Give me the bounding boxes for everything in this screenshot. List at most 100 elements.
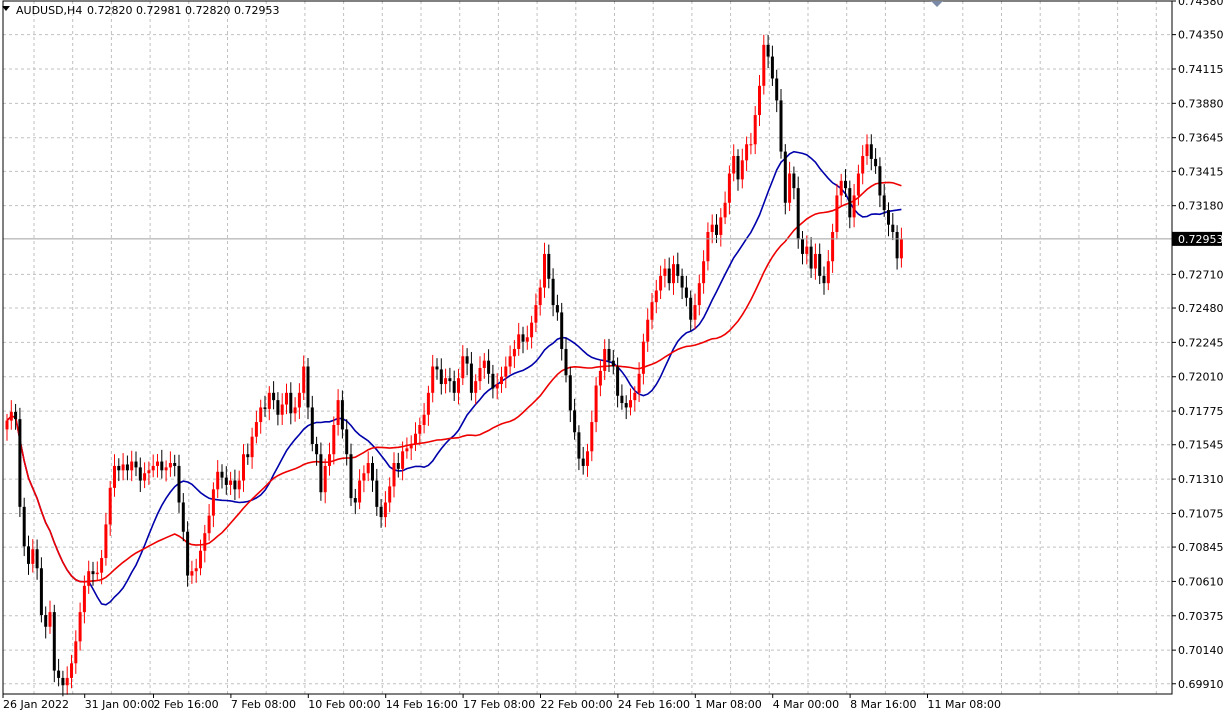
candle-body: [396, 463, 400, 469]
candle-bullish: [482, 353, 486, 379]
candle-bearish: [289, 382, 293, 425]
candle-bearish: [91, 561, 95, 586]
candle-bearish: [18, 407, 22, 518]
candle-body: [435, 366, 439, 370]
candle-body: [461, 356, 465, 379]
candle-bullish: [508, 345, 512, 375]
candle-body: [689, 297, 693, 320]
candle-body: [340, 400, 344, 430]
candle-bullish: [332, 416, 336, 465]
candle-bearish: [887, 202, 890, 237]
candle-body: [749, 144, 753, 146]
time-tick-label: 1 Mar 08:00: [695, 698, 761, 711]
candle-body: [439, 369, 443, 385]
candle-body: [512, 348, 516, 357]
current-price-tag-label: 0.72953: [1178, 233, 1224, 246]
candle-body: [684, 287, 688, 298]
chart-window[interactable]: 0.74580 0.74350 0.74115 0.73880 0.73645 0.734…: [0, 0, 1227, 714]
candle-body: [31, 549, 35, 564]
price-tick-label: 0.73880: [1178, 97, 1224, 110]
candle-body: [383, 502, 387, 518]
time-axis[interactable]: 26 Jan 2022 31 Jan 00:00 2 Feb 16:00 7 Feb …: [2, 694, 1001, 711]
candle-bullish: [530, 315, 534, 349]
candle-bullish: [543, 242, 546, 298]
time-tick-label: 31 Jan 00:00: [85, 698, 155, 711]
candle-body: [237, 480, 241, 490]
candle-body: [242, 454, 245, 481]
candle-body: [272, 392, 276, 401]
candle-body: [465, 356, 469, 364]
candle-bearish: [581, 446, 585, 475]
candle-bearish: [607, 338, 611, 373]
candle-bullish: [323, 458, 327, 504]
candle-body: [224, 477, 228, 485]
candle-body: [211, 489, 215, 516]
candle-body: [891, 224, 895, 232]
candle-body: [336, 400, 340, 425]
candle-body: [422, 414, 426, 425]
candle-bearish: [61, 670, 65, 697]
candle-body: [702, 261, 706, 284]
candle-bullish: [216, 460, 220, 499]
candle-body: [401, 451, 405, 469]
candle-body: [27, 546, 30, 564]
candle-body: [706, 232, 710, 262]
candle-bearish: [620, 384, 624, 410]
candle-body: [495, 384, 499, 389]
candle-body: [310, 407, 314, 444]
candle-body: [78, 612, 82, 642]
candle-body: [620, 395, 624, 404]
candle-bullish: [207, 504, 211, 541]
candle-body: [813, 253, 817, 269]
candle-bullish: [5, 414, 9, 441]
candle-body: [121, 464, 125, 471]
candle-body: [48, 612, 52, 627]
candles: [5, 34, 903, 697]
candle-body: [52, 612, 56, 671]
candle-body: [328, 454, 331, 466]
candle-bullish: [328, 442, 331, 476]
candle-body: [108, 487, 112, 525]
candle-body: [676, 264, 680, 276]
candle-body: [289, 392, 293, 414]
candle-body: [504, 366, 508, 377]
candle-body: [130, 461, 134, 471]
candle-body: [143, 473, 147, 481]
candle-bearish: [487, 349, 491, 384]
candle-body: [659, 275, 663, 291]
price-axis[interactable]: 0.74580 0.74350 0.74115 0.73880 0.73645 0.734…: [1172, 0, 1224, 714]
candle-body: [100, 558, 104, 573]
time-tick-label: 11 Mar 08:00: [928, 698, 1001, 711]
price-tick-label: 0.70375: [1178, 610, 1224, 623]
candle-bearish: [680, 268, 684, 300]
candle-bearish: [319, 442, 323, 501]
plot-frame: [2, 0, 1173, 695]
candle-bearish: [547, 244, 551, 289]
candle-body: [414, 433, 417, 444]
price-tick-label: 0.73645: [1178, 132, 1224, 145]
candle-bullish: [702, 250, 706, 294]
candle-body: [783, 151, 787, 203]
candle-bearish: [521, 326, 525, 354]
candle-bullish: [422, 403, 426, 434]
candle-bullish: [95, 561, 99, 581]
candle-bullish: [444, 368, 448, 394]
candle-body: [753, 115, 757, 145]
chart-shift-marker-icon[interactable]: [931, 1, 943, 7]
price-tick-label: 0.72010: [1178, 371, 1224, 384]
candle-body: [358, 480, 362, 503]
candle-body: [594, 385, 598, 423]
candle-bearish: [134, 451, 138, 477]
candle-body: [151, 465, 155, 471]
candle-bearish: [818, 243, 822, 285]
candle-bearish: [396, 452, 400, 478]
candle-body: [672, 264, 675, 284]
candle-bearish: [27, 535, 30, 575]
candle-bearish: [353, 488, 357, 515]
candle-body: [805, 246, 809, 254]
price-tick-label: 0.74580: [1178, 0, 1224, 8]
candle-body: [517, 334, 521, 349]
candle-bullish: [732, 144, 736, 182]
candle-body: [117, 465, 121, 471]
candle-body: [831, 232, 835, 262]
